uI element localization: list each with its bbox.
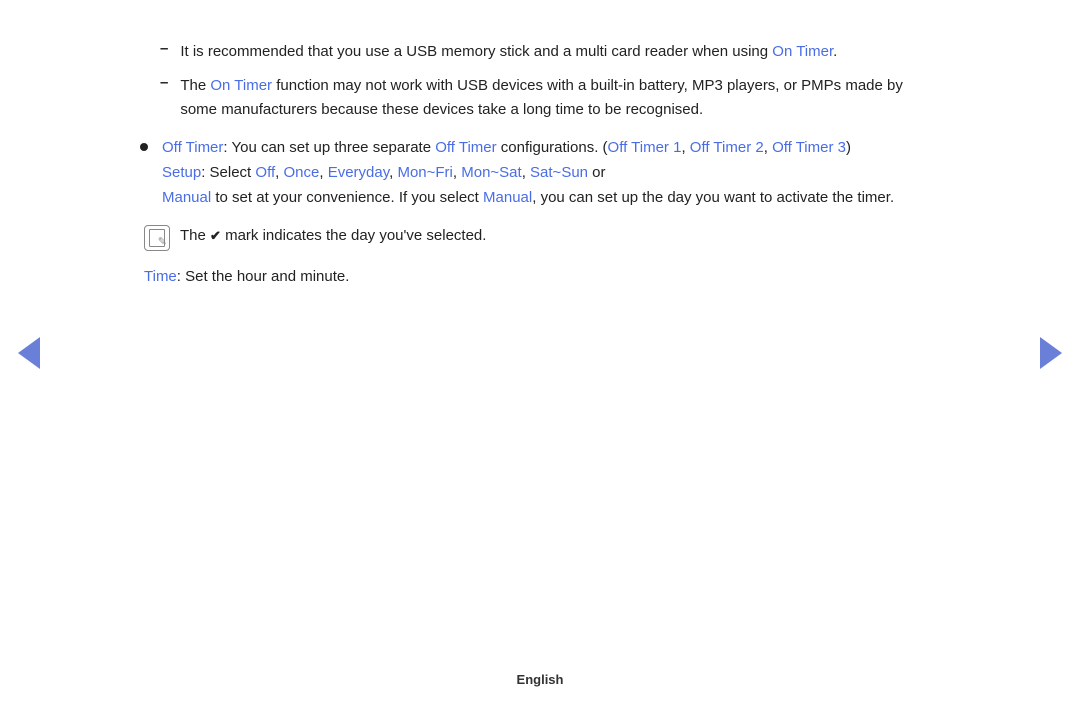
manual-label-1: Manual xyxy=(162,189,211,206)
off-timer-1: Off Timer 1 xyxy=(608,139,682,156)
dash-symbol-1: – xyxy=(160,40,168,57)
checkmark-icon: ✔ xyxy=(210,228,221,243)
footer-language: English xyxy=(517,672,564,687)
bullet-text-off-timer: Off Timer: You can set up three separate… xyxy=(162,136,940,210)
dash-item-2: – The On Timer function may not work wit… xyxy=(140,74,940,122)
off-option: Off xyxy=(255,164,275,181)
dash-item-1: – It is recommended that you use a USB m… xyxy=(140,40,940,64)
note-text: The ✔ mark indicates the day you've sele… xyxy=(180,224,486,249)
off-timer-2: Off Timer 2 xyxy=(690,139,764,156)
main-content: – It is recommended that you use a USB m… xyxy=(100,20,980,310)
note-icon xyxy=(144,225,170,251)
nav-left-arrow[interactable] xyxy=(18,337,40,369)
on-timer-link-1: On Timer xyxy=(772,43,833,60)
off-timer-label-2: Off Timer xyxy=(435,139,496,156)
nav-right-arrow[interactable] xyxy=(1040,337,1062,369)
bullet-dot xyxy=(140,143,148,151)
time-text: : Set the hour and minute. xyxy=(177,268,350,285)
dash-text-2: The On Timer function may not work with … xyxy=(180,74,940,122)
sat-sun-option: Sat~Sun xyxy=(530,164,588,181)
dash-text-1: It is recommended that you use a USB mem… xyxy=(180,40,837,64)
everyday-option: Everyday xyxy=(328,164,389,181)
note-box: The ✔ mark indicates the day you've sele… xyxy=(140,224,940,251)
mon-sat-option: Mon~Sat xyxy=(461,164,521,181)
off-timer-configs: configurations. ( xyxy=(497,139,608,156)
mon-fri-option: Mon~Fri xyxy=(397,164,452,181)
dash-symbol-2: – xyxy=(160,74,168,91)
manual-label-2: Manual xyxy=(483,189,532,206)
on-timer-link-2: On Timer xyxy=(210,77,272,94)
time-line: Time: Set the hour and minute. xyxy=(140,265,940,290)
once-option: Once xyxy=(283,164,319,181)
setup-label: Setup xyxy=(162,164,201,181)
off-timer-3: Off Timer 3 xyxy=(772,139,846,156)
off-timer-colon: : You can set up three separate xyxy=(223,139,435,156)
bullet-item-off-timer: Off Timer: You can set up three separate… xyxy=(140,136,940,210)
time-label: Time xyxy=(144,268,177,285)
off-timer-label-1: Off Timer xyxy=(162,139,223,156)
